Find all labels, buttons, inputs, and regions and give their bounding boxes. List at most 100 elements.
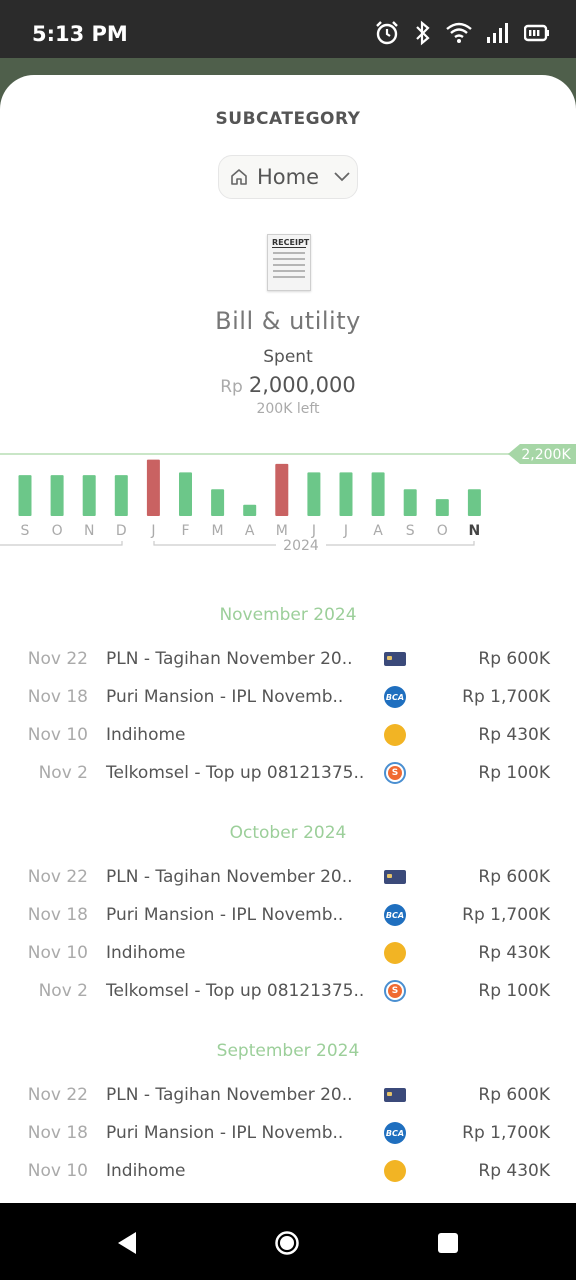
bca-icon: BCA bbox=[384, 686, 406, 708]
transaction-row[interactable]: Nov 22 PLN - Tagihan November 20.. Rp 600K bbox=[0, 649, 576, 681]
transaction-date: Nov 22 bbox=[27, 1085, 88, 1105]
chevron-down-icon bbox=[334, 172, 350, 182]
transaction-date: Nov 18 bbox=[27, 687, 88, 707]
transaction-amount: Rp 430K bbox=[478, 943, 550, 963]
card-icon bbox=[384, 648, 406, 670]
transaction-row[interactable]: Nov 2 Telkomsel - Top up 08121375.. S Rp 10… bbox=[0, 980, 576, 1013]
transaction-date: Nov 18 bbox=[27, 1123, 88, 1143]
x-tick-label: O bbox=[437, 523, 448, 539]
card-icon bbox=[384, 1084, 406, 1106]
transaction-row[interactable]: Nov 22 PLN - Tagihan November 20.. Rp 600K bbox=[0, 867, 576, 899]
transaction-row[interactable]: Nov 18 Puri Mansion - IPL Novemb.. BCA Rp 1… bbox=[0, 904, 576, 937]
transaction-name: Puri Mansion - IPL Novemb.. bbox=[106, 687, 344, 707]
bca-icon: BCA bbox=[384, 1122, 406, 1144]
chart-bar bbox=[146, 459, 160, 516]
transaction-date: Nov 22 bbox=[27, 649, 88, 669]
x-tick-label: J bbox=[343, 523, 348, 539]
monthly-spend-chart[interactable]: 2,200K S O N D J F M A M J J A S O N 2024 bbox=[0, 437, 576, 567]
signal-icon bbox=[487, 23, 508, 43]
x-tick-label: D bbox=[116, 523, 127, 539]
chart-bar bbox=[467, 489, 481, 516]
ovo-icon bbox=[384, 724, 406, 746]
ovo-icon bbox=[384, 942, 406, 964]
chart-bar bbox=[211, 489, 225, 516]
x-tick-label: F bbox=[181, 523, 189, 539]
chart-bar bbox=[50, 475, 64, 516]
transaction-amount: Rp 1,700K bbox=[462, 1123, 550, 1143]
transaction-row[interactable]: Nov 10 Indihome Rp 430K bbox=[0, 724, 576, 757]
transaction-name: Indihome bbox=[106, 725, 186, 745]
chart-bar bbox=[18, 475, 32, 516]
transaction-row[interactable]: Nov 10 Indihome Rp 430K bbox=[0, 942, 576, 975]
transaction-amount: Rp 430K bbox=[478, 725, 550, 745]
x-tick-label: N bbox=[84, 523, 94, 539]
transaction-name: PLN - Tagihan November 20.. bbox=[106, 867, 353, 887]
transaction-amount: Rp 100K bbox=[478, 763, 550, 783]
transaction-date: Nov 18 bbox=[27, 905, 88, 925]
chart-bar bbox=[114, 475, 128, 516]
transaction-name: PLN - Tagihan November 20.. bbox=[106, 649, 353, 669]
chart-bar bbox=[179, 472, 192, 516]
shopeepay-icon: S bbox=[384, 980, 406, 1002]
transaction-amount: Rp 430K bbox=[478, 1161, 550, 1181]
x-tick-label: M bbox=[276, 523, 288, 539]
transaction-row[interactable]: Nov 2 Telkomsel - Top up 08121375.. S Rp 10… bbox=[0, 762, 576, 795]
bca-icon: BCA bbox=[384, 904, 406, 926]
wifi-icon bbox=[446, 22, 472, 43]
card-icon bbox=[384, 866, 406, 888]
transaction-row[interactable]: Nov 18 Puri Mansion - IPL Novemb.. BCA Rp 1… bbox=[0, 686, 576, 719]
receipt-icon: RECEIPT bbox=[267, 234, 311, 291]
spent-value: Rp 2,000,000 bbox=[0, 373, 576, 397]
x-tick-label: O bbox=[52, 523, 63, 539]
transaction-name: Indihome bbox=[106, 1161, 186, 1181]
transaction-date: Nov 2 bbox=[38, 981, 88, 1001]
status-bar: 5:13 PM bbox=[0, 0, 576, 58]
subcategory-dropdown[interactable]: Home bbox=[218, 155, 358, 199]
transaction-amount: Rp 1,700K bbox=[462, 905, 550, 925]
year-label: 2024 bbox=[283, 538, 319, 554]
battery-icon bbox=[524, 24, 549, 42]
x-tick-label: A bbox=[245, 523, 255, 539]
transaction-name: Telkomsel - Top up 08121375.. bbox=[106, 981, 365, 1001]
navigation-bar bbox=[0, 1203, 576, 1280]
transaction-date: Nov 10 bbox=[27, 943, 88, 963]
dropdown-label: Home bbox=[257, 165, 320, 189]
x-tick-label: A bbox=[373, 523, 383, 539]
currency-label: Rp bbox=[220, 377, 243, 397]
x-tick-label: M bbox=[212, 523, 224, 539]
transaction-name: Puri Mansion - IPL Novemb.. bbox=[106, 1123, 344, 1143]
ovo-icon bbox=[384, 1160, 406, 1182]
transaction-date: Nov 22 bbox=[27, 867, 88, 887]
transaction-row[interactable]: Nov 18 Puri Mansion - IPL Novemb.. BCA Rp 1… bbox=[0, 1122, 576, 1155]
alarm-icon bbox=[376, 21, 398, 45]
transaction-date: Nov 10 bbox=[27, 1161, 88, 1181]
status-time: 5:13 PM bbox=[32, 22, 128, 46]
x-tick-label: N bbox=[469, 523, 481, 539]
transaction-name: Telkomsel - Top up 08121375.. bbox=[106, 763, 365, 783]
transaction-row[interactable]: Nov 22 PLN - Tagihan November 20.. Rp 600K bbox=[0, 1085, 576, 1117]
recents-icon[interactable] bbox=[437, 1232, 459, 1254]
transaction-amount: Rp 600K bbox=[478, 867, 550, 887]
bluetooth-icon bbox=[416, 20, 430, 46]
home-button-icon[interactable] bbox=[274, 1230, 300, 1256]
chart-bar bbox=[275, 463, 289, 516]
transaction-row[interactable]: Nov 10 Indihome Rp 430K bbox=[0, 1160, 576, 1193]
spent-label: Spent bbox=[263, 347, 313, 367]
chart-bar bbox=[243, 504, 257, 516]
transaction-name: PLN - Tagihan November 20.. bbox=[106, 1085, 353, 1105]
transaction-amount: Rp 1,700K bbox=[462, 687, 550, 707]
back-icon[interactable] bbox=[116, 1231, 138, 1255]
x-tick-label: J bbox=[311, 523, 316, 539]
spent-amount: 2,000,000 bbox=[248, 373, 356, 397]
chart-bar bbox=[435, 499, 449, 516]
x-tick-label: S bbox=[21, 523, 30, 539]
subcategory-sheet: SUBCATEGORY Home RECEIPT Bill & utility … bbox=[0, 75, 576, 1203]
chart-bar bbox=[371, 472, 385, 516]
month-header: October 2024 bbox=[229, 823, 347, 843]
transaction-date: Nov 2 bbox=[38, 763, 88, 783]
status-icons bbox=[374, 20, 550, 46]
category-name: Bill & utility bbox=[215, 307, 361, 335]
chart-bar bbox=[307, 472, 321, 516]
chart-bar bbox=[339, 472, 353, 516]
transaction-amount: Rp 100K bbox=[478, 981, 550, 1001]
